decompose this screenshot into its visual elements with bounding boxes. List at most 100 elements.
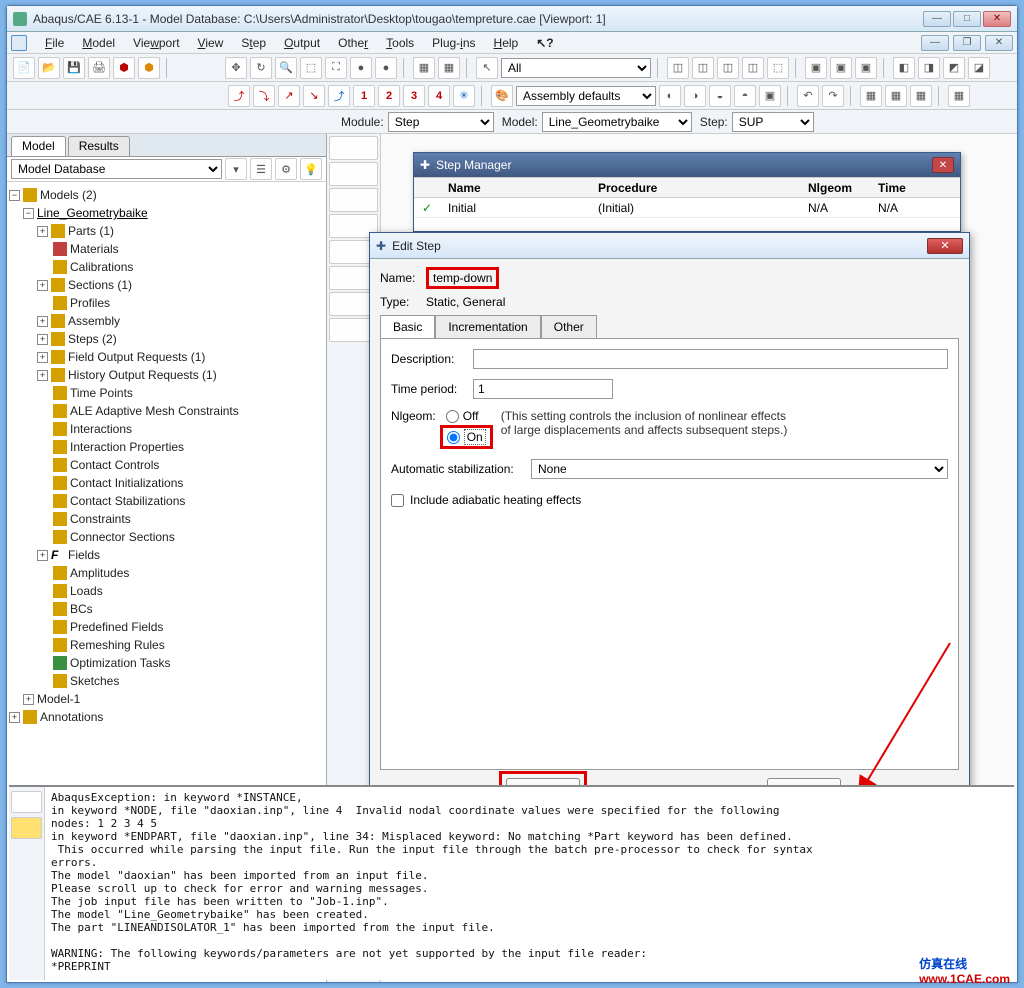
- menu-file[interactable]: FFileile: [37, 34, 72, 52]
- r1-icon[interactable]: ◐: [659, 85, 681, 107]
- step-manager-titlebar[interactable]: ✚ Step Manager ✕: [414, 153, 960, 177]
- filter3-icon[interactable]: ⚙: [275, 158, 297, 180]
- mdi-restore-button[interactable]: ❐: [953, 35, 981, 51]
- num4-icon[interactable]: 4: [428, 85, 450, 107]
- tab-basic[interactable]: Basic: [380, 315, 435, 338]
- csys3-icon[interactable]: ↗: [278, 85, 300, 107]
- filter2-icon[interactable]: ☰: [250, 158, 272, 180]
- minimize-button[interactable]: —: [923, 11, 951, 27]
- menu-step[interactable]: Step: [233, 34, 274, 52]
- num1-icon[interactable]: 1: [353, 85, 375, 107]
- fit-icon[interactable]: ⛶: [325, 57, 347, 79]
- mdi-close-button[interactable]: ✕: [985, 35, 1013, 51]
- menu-tools[interactable]: Tools: [378, 34, 422, 52]
- edit-step-dialog[interactable]: ✚ Edit Step ✕ Name: temp-down Type: Stat…: [369, 232, 970, 820]
- csys4-icon[interactable]: ↘: [303, 85, 325, 107]
- r2-icon[interactable]: ◑: [684, 85, 706, 107]
- selection-filter-select[interactable]: All: [501, 58, 651, 78]
- close-icon[interactable]: ✕: [927, 238, 963, 254]
- menu-other[interactable]: Other: [330, 34, 376, 52]
- time-period-input[interactable]: [473, 379, 613, 399]
- adiabatic-checkbox[interactable]: [391, 494, 404, 507]
- vt3-icon[interactable]: [329, 188, 378, 212]
- db-orange-icon[interactable]: ⬢: [138, 57, 160, 79]
- new-icon[interactable]: 📄: [13, 57, 35, 79]
- rotate-icon[interactable]: ↻: [250, 57, 272, 79]
- titlebar[interactable]: Abaqus/CAE 6.13-1 - Model Database: C:\U…: [7, 6, 1017, 32]
- csys1-icon[interactable]: ⤴: [228, 85, 250, 107]
- col-procedure[interactable]: Procedure: [598, 181, 808, 195]
- t4-icon[interactable]: ◫: [742, 57, 764, 79]
- system-menu-icon[interactable]: [11, 35, 27, 51]
- redo-icon[interactable]: ↷: [822, 85, 844, 107]
- col-name[interactable]: Name: [448, 181, 598, 195]
- open-icon[interactable]: 📂: [38, 57, 60, 79]
- csys5-icon[interactable]: ⤴: [328, 85, 350, 107]
- cycle2-icon[interactable]: ●: [375, 57, 397, 79]
- menu-output[interactable]: Output: [276, 34, 328, 52]
- db-red-icon[interactable]: ⬢: [113, 57, 135, 79]
- num3-icon[interactable]: 3: [403, 85, 425, 107]
- r4-icon[interactable]: ◓: [734, 85, 756, 107]
- msg-tab2-icon[interactable]: [11, 817, 42, 839]
- axis-icon[interactable]: ✳: [453, 85, 475, 107]
- col-time[interactable]: Time: [878, 181, 938, 195]
- menu-plugins[interactable]: Plug-ins: [424, 34, 483, 52]
- expand-icon[interactable]: +: [37, 352, 48, 363]
- t1-icon[interactable]: ◫: [667, 57, 689, 79]
- cube1-icon[interactable]: ⬚: [767, 57, 789, 79]
- help-arrow-icon[interactable]: ↖?: [528, 34, 561, 52]
- arrow-icon[interactable]: ↖: [476, 57, 498, 79]
- cube4-icon[interactable]: ▣: [855, 57, 877, 79]
- tab-results[interactable]: Results: [68, 136, 130, 156]
- module-select[interactable]: Step: [388, 112, 494, 132]
- mdi-minimize-button[interactable]: —: [921, 35, 949, 51]
- bulb-icon[interactable]: 💡: [300, 158, 322, 180]
- cube2-icon[interactable]: ▣: [805, 57, 827, 79]
- expand-icon[interactable]: +: [37, 226, 48, 237]
- step-select[interactable]: SUP: [732, 112, 814, 132]
- iso4-icon[interactable]: ◪: [968, 57, 990, 79]
- cycle1-icon[interactable]: ●: [350, 57, 372, 79]
- nlgeom-off-radio[interactable]: Off: [446, 409, 493, 423]
- menu-model[interactable]: Model: [74, 34, 123, 52]
- collapse-icon[interactable]: −: [23, 208, 34, 219]
- zoom-box-icon[interactable]: ⬚: [300, 57, 322, 79]
- expand-icon[interactable]: +: [37, 316, 48, 327]
- t2-icon[interactable]: ◫: [692, 57, 714, 79]
- p2-icon[interactable]: ▦: [885, 85, 907, 107]
- palette-icon[interactable]: 🎨: [491, 85, 513, 107]
- print-icon[interactable]: 🖨: [88, 57, 110, 79]
- tab-other[interactable]: Other: [541, 315, 597, 338]
- save-icon[interactable]: 💾: [63, 57, 85, 79]
- description-input[interactable]: [473, 349, 948, 369]
- p3-icon[interactable]: ▦: [910, 85, 932, 107]
- step-manager-dialog[interactable]: ✚ Step Manager ✕ Name Procedure Nlgeom T…: [413, 152, 961, 232]
- model-db-select[interactable]: Model Database: [11, 159, 222, 179]
- collapse-icon[interactable]: −: [9, 190, 20, 201]
- maximize-button[interactable]: □: [953, 11, 981, 27]
- menu-view[interactable]: View: [190, 34, 232, 52]
- tab-incrementation[interactable]: Incrementation: [435, 315, 540, 338]
- nlgeom-on-radio[interactable]: On: [447, 429, 486, 445]
- p4-icon[interactable]: ▦: [948, 85, 970, 107]
- iso2-icon[interactable]: ◨: [918, 57, 940, 79]
- iso1-icon[interactable]: ◧: [893, 57, 915, 79]
- expand-icon[interactable]: +: [37, 550, 48, 561]
- close-button[interactable]: ✕: [983, 11, 1011, 27]
- vt1-icon[interactable]: [329, 136, 378, 160]
- pan-icon[interactable]: ✥: [225, 57, 247, 79]
- undo-icon[interactable]: ↶: [797, 85, 819, 107]
- tab-model[interactable]: Model: [11, 136, 66, 156]
- table-row[interactable]: ✓ Initial (Initial) N/A N/A: [414, 198, 960, 218]
- zoom-icon[interactable]: 🔍: [275, 57, 297, 79]
- p1-icon[interactable]: ▦: [860, 85, 882, 107]
- r5-icon[interactable]: ▣: [759, 85, 781, 107]
- grid2-icon[interactable]: ▦: [438, 57, 460, 79]
- csys2-icon[interactable]: ⤵: [253, 85, 275, 107]
- filter1-icon[interactable]: ▾: [225, 158, 247, 180]
- model-select[interactable]: Line_Geometrybaike: [542, 112, 692, 132]
- menu-viewport[interactable]: Viewport: [125, 34, 188, 52]
- col-nlgeom[interactable]: Nlgeom: [808, 181, 878, 195]
- expand-icon[interactable]: +: [37, 280, 48, 291]
